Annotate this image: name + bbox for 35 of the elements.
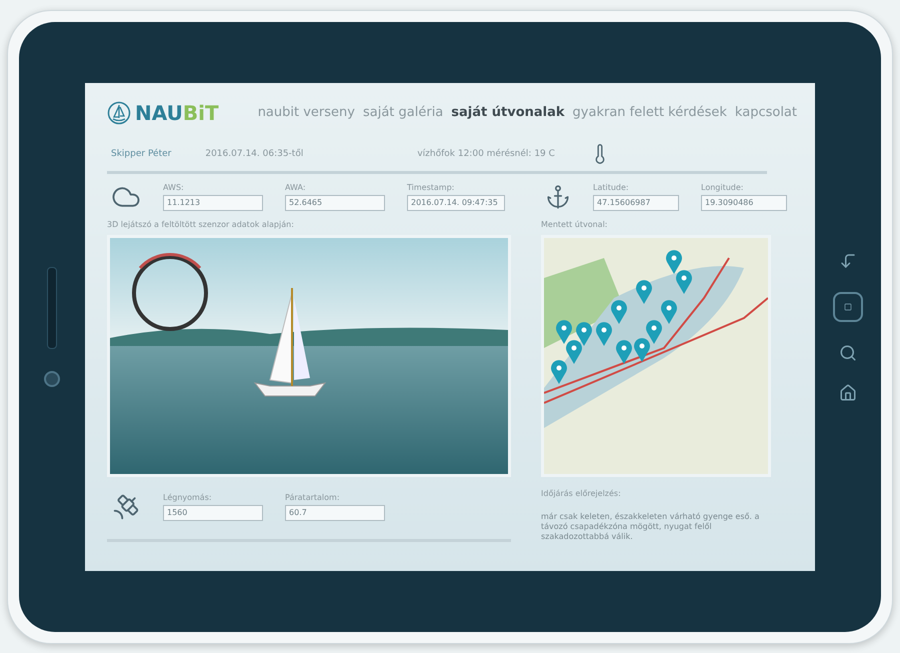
logo-text: NAUBiT — [135, 100, 219, 124]
anchor-icon — [545, 184, 571, 210]
field-label: Páratartalom: — [285, 492, 341, 502]
start-time: 2016.07.14. 06:35-től — [205, 148, 304, 158]
field-label: Longitude: — [701, 182, 744, 192]
field-label: Légnyomás: — [163, 492, 213, 502]
nav-link[interactable]: gyakran felett kérdések — [572, 105, 727, 120]
water-temperature: vízhőfok 12:00 mérésnél: 19 C — [417, 148, 555, 158]
forecast-text: már csak keleten, északkeleten várható gyenge eső. a távozó csapadékzóna mögött, nyugat felől szakadozottabbá válik. — [541, 512, 760, 542]
input-field[interactable]: 11.1213 — [163, 194, 263, 210]
home-icon[interactable] — [839, 384, 857, 402]
field-label: Latitude: — [593, 182, 630, 192]
field-label: AWS: — [163, 182, 185, 192]
input-field[interactable]: 60.7 — [285, 504, 385, 520]
input-field[interactable]: 52.6465 — [285, 194, 385, 210]
input-field[interactable]: 19.3090486 — [701, 194, 787, 210]
home-button[interactable] — [833, 292, 863, 322]
nav-link[interactable]: naubit verseny — [258, 105, 355, 120]
field-label: Timestamp: — [407, 182, 456, 192]
square-icon — [844, 302, 852, 310]
input-field[interactable]: 2016.07.14. 09:47:35 — [407, 194, 505, 210]
field-label: AWA: — [285, 182, 307, 192]
camera-icon — [44, 370, 60, 386]
input-field[interactable]: 1560 — [163, 504, 263, 520]
sailboat-logo-icon — [107, 100, 131, 124]
search-icon[interactable] — [839, 344, 857, 362]
back-icon[interactable] — [839, 252, 857, 270]
nav-link[interactable]: saját galéria — [362, 105, 444, 120]
forecast-title: Időjárás előrejelzés: — [541, 488, 622, 498]
nav-link[interactable]: kapcsolat — [734, 105, 797, 120]
input-field[interactable]: 47.15606987 — [593, 194, 679, 210]
map-caption: Mentett útvonal: — [541, 220, 608, 228]
nav-link[interactable]: saját útvonalak — [451, 105, 565, 120]
skipper-name: Skipper Péter — [111, 148, 172, 158]
player-caption: 3D lejátszó a feltöltött szenzor adatok alapján: — [107, 220, 295, 228]
